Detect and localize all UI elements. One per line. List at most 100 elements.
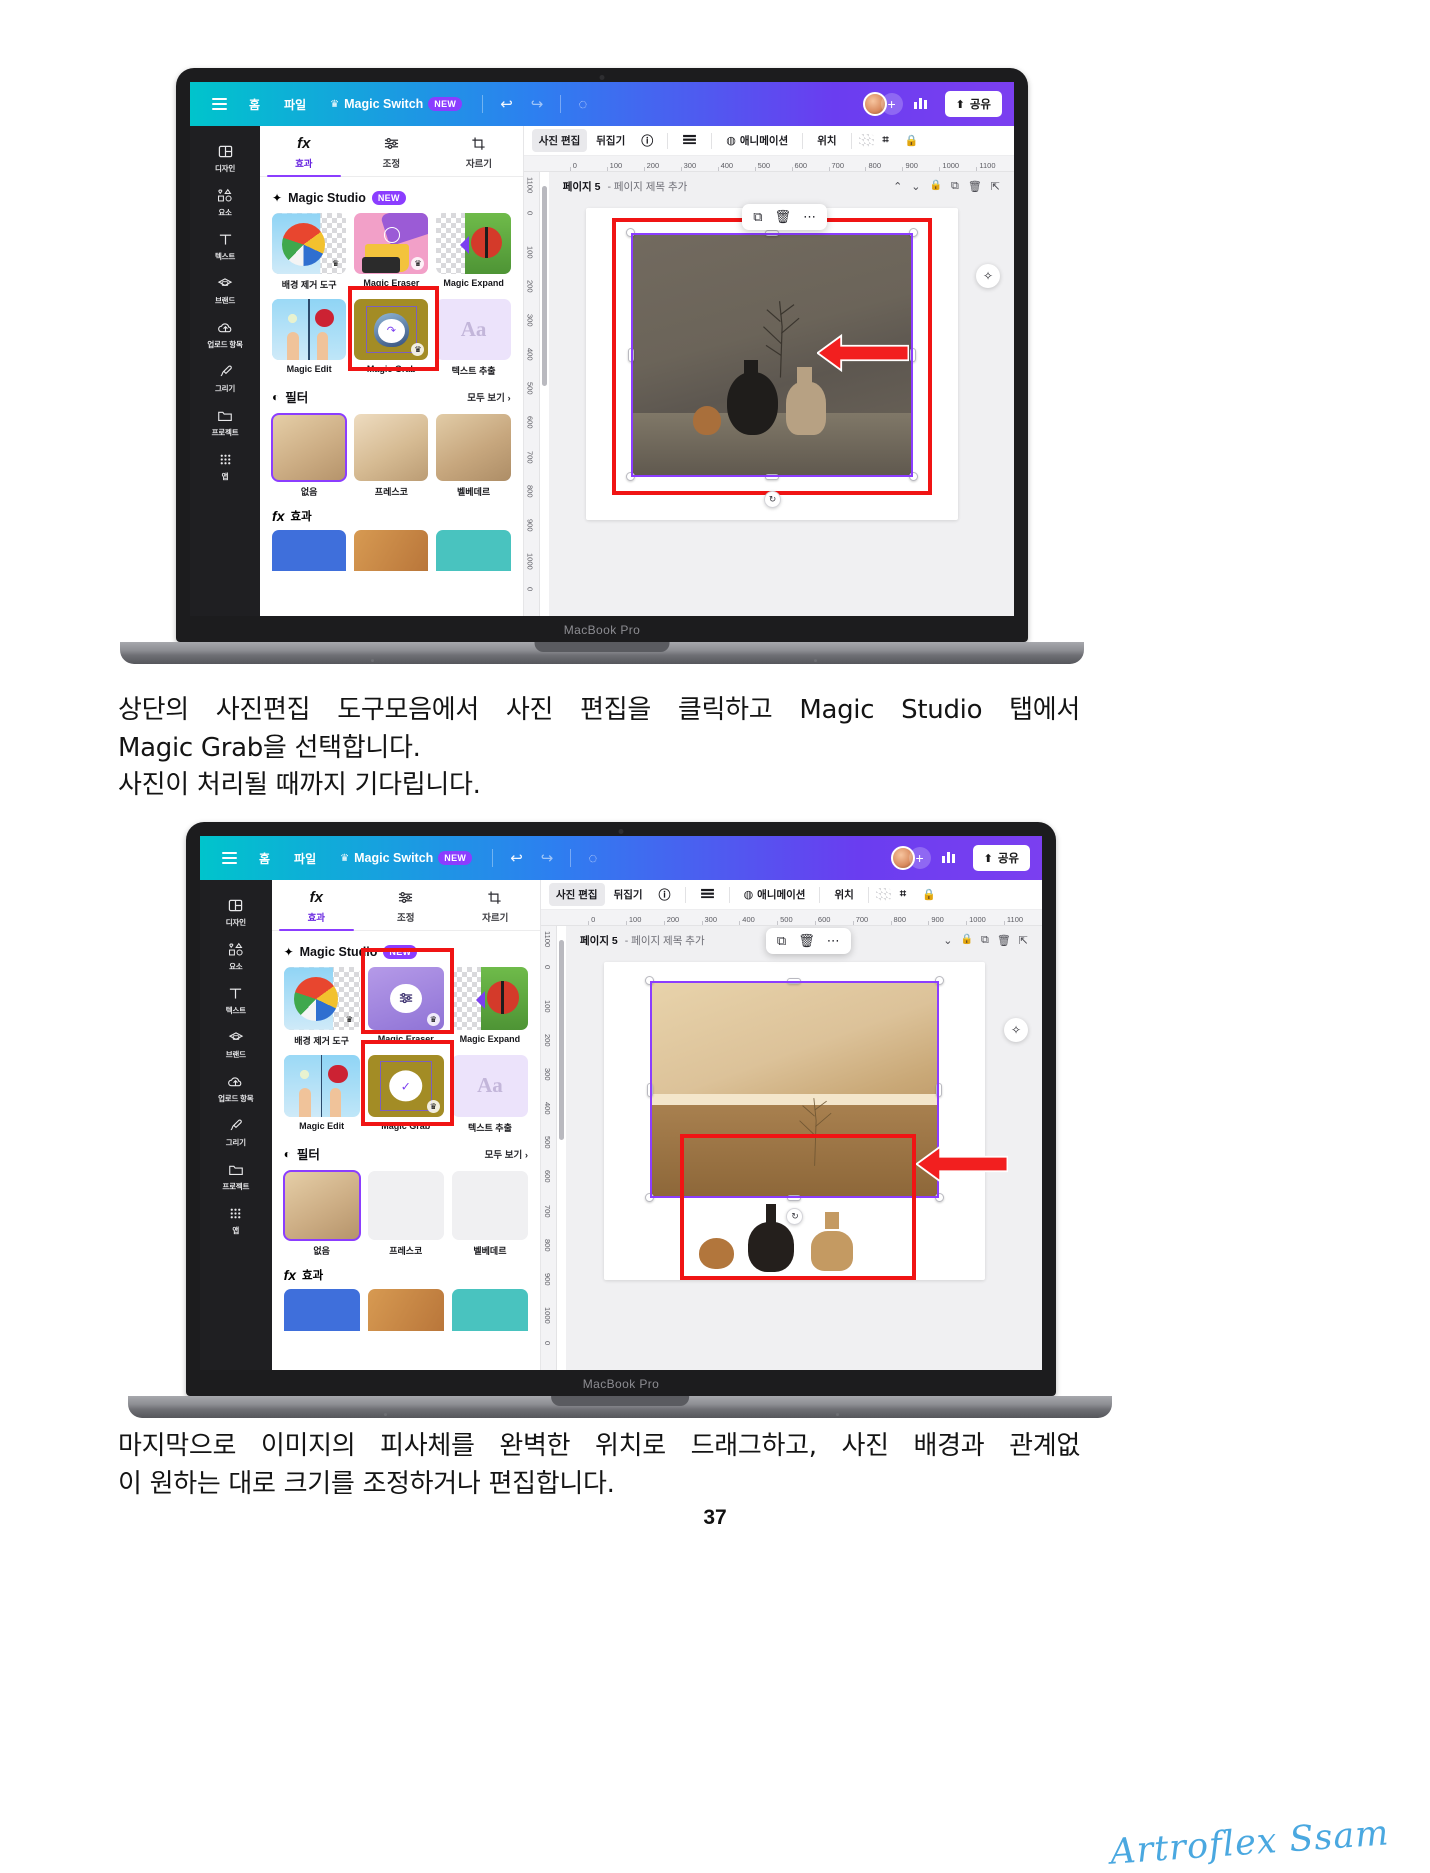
position-button[interactable]: 위치 <box>810 129 843 152</box>
sidebar-item-projects[interactable]: 프로젝트 <box>190 400 260 442</box>
sidebar-item-apps[interactable]: 앱 <box>190 444 260 486</box>
sidebar-item-design[interactable]: 디자인 <box>190 136 260 178</box>
photo-edit-button[interactable]: 사진 편집 <box>531 129 588 153</box>
sidebar-item-elements[interactable]: 요소 <box>190 180 260 222</box>
position-button[interactable]: 위치 <box>827 883 860 906</box>
sidebar-item-text[interactable]: 텍스트 <box>190 224 260 266</box>
magic-wand-button[interactable]: ✧ <box>976 264 1000 289</box>
fx-thumb[interactable] <box>451 1288 528 1331</box>
add-collaborator-button[interactable]: + <box>908 847 931 870</box>
tool-tile-magic-expand[interactable]: Magic Expand <box>436 213 511 291</box>
tool-tile-magic-edit[interactable]: Magic Edit <box>272 299 347 377</box>
cloud-check-icon[interactable]: ◌ <box>569 96 596 113</box>
sidebar-item-brand[interactable]: 브랜드 <box>200 1022 272 1064</box>
crop-icon[interactable]: ⌗ <box>893 884 913 905</box>
see-all-filters-link[interactable]: 모두 보기 › <box>485 1147 528 1161</box>
tool-tile-text-extract[interactable]: Aa 텍스트 추출 <box>451 1054 528 1134</box>
sidebar-item-brand[interactable]: 브랜드 <box>190 268 260 310</box>
fx-thumb[interactable] <box>367 1288 444 1331</box>
info-icon[interactable]: ⓘ <box>634 128 660 153</box>
chevron-down-icon[interactable]: ⌄ <box>911 180 920 193</box>
tool-tile-remove-bg[interactable]: ♛ 배경 제거 도구 <box>272 213 347 291</box>
menu-file[interactable]: 파일 <box>282 850 328 867</box>
tool-tile-magic-expand[interactable]: Magic Expand <box>451 967 528 1046</box>
tool-tile-magic-grab[interactable]: ↷ ♛ Magic Grab <box>354 299 429 377</box>
see-all-filters-link[interactable]: 모두 보기 › <box>467 390 510 404</box>
sidebar-item-elements[interactable]: 요소 <box>200 934 272 976</box>
tool-tile-magic-eraser[interactable]: ♛ Magic Eraser <box>354 213 429 291</box>
tool-tile-magic-eraser[interactable]: ♛ Magic Eraser <box>367 967 444 1046</box>
duplicate-icon[interactable]: ⧉ <box>951 180 959 193</box>
hamburger-icon[interactable] <box>212 852 247 865</box>
duplicate-icon[interactable]: ⧉ <box>777 933 786 949</box>
tool-tile-remove-bg[interactable]: ♛ 배경 제거 도구 <box>283 967 360 1046</box>
rotate-handle[interactable]: ↻ <box>786 1207 804 1225</box>
expand-icon[interactable]: ⇱ <box>1019 934 1028 947</box>
flip-button[interactable]: 뒤집기 <box>607 883 650 906</box>
sidebar-item-draw[interactable]: 그리기 <box>200 1110 272 1152</box>
tab-adjust[interactable]: 조정 <box>348 126 436 176</box>
tab-effects[interactable]: fx 효과 <box>260 126 348 178</box>
fx-thumb[interactable] <box>354 529 429 571</box>
tool-tile-text-extract[interactable]: Aa 텍스트 추출 <box>436 299 511 377</box>
sidebar-item-draw[interactable]: 그리기 <box>190 356 260 398</box>
tab-adjust[interactable]: 조정 <box>361 880 450 930</box>
flip-button[interactable]: 뒤집기 <box>589 129 632 152</box>
lock-icon[interactable]: 🔒 <box>961 934 973 947</box>
sidebar-item-uploads[interactable]: 업로드 항목 <box>200 1066 272 1108</box>
bar-chart-icon[interactable] <box>903 95 939 114</box>
page-title-placeholder[interactable]: - 페이지 제목 추가 <box>607 179 687 194</box>
undo-icon[interactable]: ↩ <box>501 849 532 867</box>
share-button[interactable]: ⬆ 공유 <box>944 91 1002 118</box>
vertical-scrollbar[interactable] <box>539 172 549 616</box>
share-button[interactable]: ⬆ 공유 <box>972 845 1030 872</box>
lock-icon[interactable]: 🔒 <box>930 180 942 193</box>
sidebar-item-text[interactable]: 텍스트 <box>200 978 272 1020</box>
align-icon[interactable] <box>693 884 722 906</box>
bar-chart-icon[interactable] <box>931 849 967 868</box>
grabbed-subject-object[interactable] <box>695 1204 870 1274</box>
chevron-down-icon[interactable]: ⌄ <box>943 934 952 947</box>
expand-icon[interactable]: ⇱ <box>991 180 1000 193</box>
page-title-placeholder[interactable]: - 페이지 제목 추가 <box>625 933 705 948</box>
transparency-icon[interactable] <box>875 888 891 902</box>
cloud-check-icon[interactable]: ◌ <box>579 850 606 867</box>
lock-icon[interactable]: 🔒 <box>898 130 926 151</box>
filter-item-belvedere[interactable]: 벨베데르 <box>436 414 511 498</box>
hamburger-icon[interactable] <box>202 98 237 111</box>
more-dots-icon[interactable]: ⋯ <box>827 933 840 949</box>
info-icon[interactable]: ⓘ <box>652 882 678 907</box>
tool-tile-magic-grab[interactable]: ✓ ♛ Magic Grab <box>367 1054 444 1134</box>
crop-icon[interactable]: ⌗ <box>876 130 896 151</box>
more-dots-icon[interactable]: ⋯ <box>803 209 816 225</box>
trash-icon[interactable]: 🗑 <box>968 180 982 193</box>
transparency-icon[interactable] <box>858 134 874 148</box>
animate-button[interactable]: ◍ 애니메이션 <box>719 129 795 152</box>
magic-wand-button[interactable]: ✧ <box>1004 1018 1028 1043</box>
selection-frame[interactable] <box>649 981 940 1198</box>
fx-thumb[interactable] <box>272 529 347 571</box>
filter-item-belvedere[interactable]: 벨베데르 <box>451 1171 528 1257</box>
tab-effects[interactable]: fx 효과 <box>272 880 361 932</box>
undo-icon[interactable]: ↩ <box>491 95 522 113</box>
lock-icon[interactable]: 🔒 <box>915 884 943 905</box>
duplicate-icon[interactable]: ⧉ <box>981 934 989 947</box>
trash-icon[interactable]: 🗑 <box>775 209 792 225</box>
trash-icon[interactable]: 🗑 <box>798 933 815 949</box>
tab-crop[interactable]: 자르기 <box>451 880 540 930</box>
sidebar-item-uploads[interactable]: 업로드 항목 <box>190 312 260 354</box>
tab-crop[interactable]: 자르기 <box>435 126 523 176</box>
menu-home[interactable]: 홈 <box>247 850 282 867</box>
duplicate-icon[interactable]: ⧉ <box>753 209 762 225</box>
filter-item-fresco[interactable]: 프레스코 <box>354 414 429 498</box>
menu-magic-switch[interactable]: ♛ Magic Switch NEW <box>318 97 474 112</box>
menu-home[interactable]: 홈 <box>237 96 272 113</box>
filter-item-none[interactable]: 없음 <box>271 413 348 498</box>
menu-file[interactable]: 파일 <box>272 96 318 113</box>
rotate-handle[interactable]: ↻ <box>764 490 782 508</box>
sidebar-item-apps[interactable]: 앱 <box>200 1198 272 1240</box>
menu-magic-switch[interactable]: ♛ Magic Switch NEW <box>328 851 484 866</box>
add-collaborator-button[interactable]: + <box>880 93 903 116</box>
chevron-up-icon[interactable]: ⌃ <box>893 180 902 193</box>
filter-item-none[interactable]: 없음 <box>282 1170 361 1257</box>
